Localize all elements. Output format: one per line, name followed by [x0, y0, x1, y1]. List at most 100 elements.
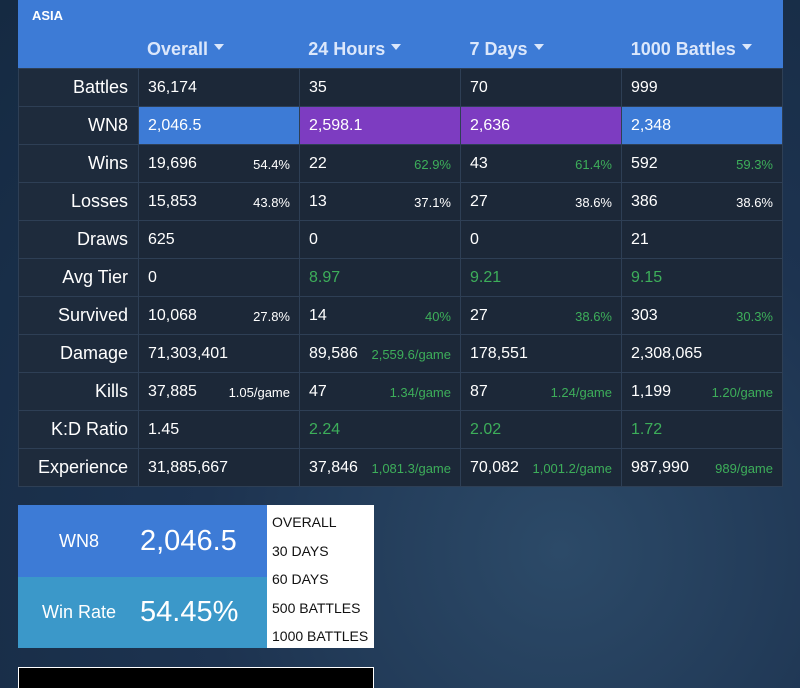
stat-subvalue: 54.4%: [253, 157, 290, 172]
stat-value: 19,696: [148, 154, 197, 172]
row-label: Battles: [18, 68, 139, 107]
stat-value: 2.24: [309, 420, 341, 438]
menu-item-30-days[interactable]: 30 DAYS: [267, 537, 374, 566]
row-label: K:D Ratio: [18, 410, 139, 449]
stat-subvalue: 62.9%: [414, 157, 451, 172]
stats-row: Wins 19,696 54.4% 22 62.9% 43 61.4% 592 59.3%: [18, 144, 783, 183]
stat-cell: 70: [460, 68, 622, 107]
row-label: Kills: [18, 372, 139, 411]
stat-value: 70: [470, 78, 488, 96]
stat-cell: 178,551: [460, 334, 622, 373]
wn8-summary-label: WN8: [59, 530, 99, 551]
stats-row: Avg Tier 0 8.97 9.21 9.15: [18, 258, 783, 297]
stat-cell: 27 38.6%: [460, 182, 622, 221]
stats-row: K:D Ratio 1.45 2.24 2.02 1.72: [18, 410, 783, 449]
stat-subvalue: 1.24/game: [550, 385, 612, 400]
stat-cell: 9.21: [460, 258, 622, 297]
stat-subvalue: 38.6%: [575, 309, 612, 324]
summary-widget: WN8 2,046.5 Win Rate 54.45% OVERALL 30 D…: [18, 505, 374, 648]
stat-cell: 386 38.6%: [621, 182, 783, 221]
period-menu: OVERALL 30 DAYS 60 DAYS 500 BATTLES 1000…: [267, 505, 374, 648]
stat-subvalue: 1,001.2/game: [532, 461, 612, 476]
menu-item-overall[interactable]: OVERALL: [267, 508, 374, 537]
stat-cell: 1,199 1.20/game: [621, 372, 783, 411]
stat-value: 89,586: [309, 344, 358, 362]
bottom-panel: [18, 667, 374, 688]
stat-cell: 87 1.24/game: [460, 372, 622, 411]
stat-cell: 21: [621, 220, 783, 259]
stat-value: 2,348: [631, 116, 672, 134]
stat-subvalue: 59.3%: [736, 157, 773, 172]
row-label: Losses: [18, 182, 139, 221]
stat-value: 70,082: [470, 458, 519, 476]
stat-subvalue: 40%: [424, 309, 451, 324]
stat-value: 37,846: [309, 458, 358, 476]
stat-cell: 2.24: [299, 410, 461, 449]
menu-item-500-battles[interactable]: 500 BATTLES: [267, 594, 374, 623]
caret-down-icon: [391, 44, 402, 50]
stats-row: Survived 10,068 27.8% 14 40% 27 38.6% 303 30.3%: [18, 296, 783, 335]
stat-cell: 22 62.9%: [299, 144, 461, 183]
row-label: Avg Tier: [18, 258, 139, 297]
tab-24-hours[interactable]: 24 Hours: [299, 30, 460, 68]
stat-cell: 35: [299, 68, 461, 107]
caret-down-icon: [214, 44, 225, 50]
stat-cell: 31,885,667: [138, 448, 300, 487]
menu-item-60-days[interactable]: 60 DAYS: [267, 565, 374, 594]
stat-value: 87: [470, 382, 488, 400]
row-label: Wins: [18, 144, 139, 183]
stat-cell: 0: [138, 258, 300, 297]
stat-value: 1.72: [631, 420, 663, 438]
stat-cell: 2,046.5: [138, 106, 300, 145]
stat-value: 43: [470, 154, 488, 172]
stat-cell: 47 1.34/game: [299, 372, 461, 411]
stat-value: 2,598.1: [309, 116, 363, 134]
stat-cell: 1.45: [138, 410, 300, 449]
stat-subvalue: 38.6%: [736, 195, 773, 210]
stat-cell: 592 59.3%: [621, 144, 783, 183]
stat-cell: 89,586 2,559.6/game: [299, 334, 461, 373]
tab-7-days[interactable]: 7 Days: [461, 30, 622, 68]
stat-value: 27: [470, 306, 488, 324]
stat-subvalue: 1,081.3/game: [371, 461, 451, 476]
stat-value: 13: [309, 192, 327, 210]
stat-subvalue: 1.05/game: [228, 385, 290, 400]
stat-subvalue: 2,559.6/game: [371, 347, 451, 362]
stat-cell: 625: [138, 220, 300, 259]
stat-value: 22: [309, 154, 327, 172]
stat-value: 0: [470, 230, 479, 248]
stat-cell: 14 40%: [299, 296, 461, 335]
stats-row: WN8 2,046.5 2,598.1 2,636 2,348: [18, 106, 783, 145]
stat-value: 2,636: [470, 116, 511, 134]
stat-value: 592: [631, 154, 658, 172]
stat-value: 0: [148, 268, 157, 286]
stat-subvalue: 1.20/game: [711, 385, 773, 400]
stat-value: 15,853: [148, 192, 197, 210]
wn8-summary-box: WN8 2,046.5: [18, 505, 267, 577]
stat-cell: 36,174: [138, 68, 300, 107]
stat-cell: 70,082 1,001.2/game: [460, 448, 622, 487]
stat-cell: 2,636: [460, 106, 622, 145]
tab-1000-battles[interactable]: 1000 Battles: [622, 30, 783, 68]
stat-subvalue: 38.6%: [575, 195, 612, 210]
stat-cell: 15,853 43.8%: [138, 182, 300, 221]
stat-cell: 2.02: [460, 410, 622, 449]
stat-cell: 303 30.3%: [621, 296, 783, 335]
caret-down-icon: [533, 44, 544, 50]
tab-overall[interactable]: Overall: [138, 30, 299, 68]
stat-cell: 2,348: [621, 106, 783, 145]
stat-value: 9.21: [470, 268, 502, 286]
region-header: ASIA: [18, 0, 783, 30]
stats-table: Battles 36,174 35 70 999 WN8 2,046.5 2,598.1 2,6…: [18, 68, 783, 487]
stat-value: 178,551: [470, 344, 528, 362]
menu-item-1000-battles[interactable]: 1000 BATTLES: [267, 622, 374, 651]
stat-value: 47: [309, 382, 327, 400]
stat-value: 999: [631, 78, 658, 96]
stat-value: 9.15: [631, 268, 663, 286]
stat-value: 14: [309, 306, 327, 324]
stats-row: Draws 625 0 0 21: [18, 220, 783, 259]
wn8-summary-value: 2,046.5: [140, 524, 237, 557]
stat-cell: 1.72: [621, 410, 783, 449]
stat-value: 386: [631, 192, 658, 210]
caret-down-icon: [741, 44, 752, 50]
